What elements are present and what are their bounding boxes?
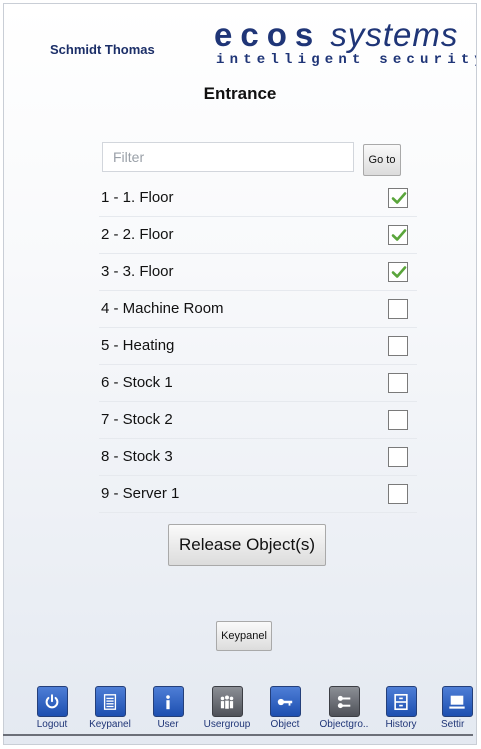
object-checkbox[interactable] [388,188,408,208]
toolbar-keypanel-button[interactable]: Keypanel [80,686,140,730]
object-label: 1 - 1. Floor [101,189,174,206]
object-row[interactable]: 5 - Heating [99,328,417,365]
keypanel-button[interactable]: Keypanel [216,621,272,651]
checkmark-icon [390,189,408,207]
toolbar-label: Objectgro.. [319,719,369,730]
page-title: Entrance [203,84,277,103]
go-to-button[interactable]: Go to [363,144,401,176]
object-checkbox[interactable] [388,336,408,356]
header: Schmidt Thomas ecos systems intelligent … [4,4,476,68]
usergroup-icon [211,686,243,717]
info-icon [152,686,184,717]
release-objects-button[interactable]: Release Object(s) [168,524,326,566]
object-row[interactable]: 4 - Machine Room [99,291,417,328]
object-row[interactable]: 9 - Server 1 [99,476,417,513]
bottom-toolbar: Logout Keypanel User Usergroup Object Objectg… [4,686,476,744]
keypanel-icon [94,686,126,717]
object-row[interactable]: 8 - Stock 3 [99,439,417,476]
keys-icon [328,686,360,717]
toolbar-object-button[interactable]: Object [255,686,315,730]
toolbar-history-button[interactable]: History [371,686,431,730]
logo-systems-text: systems [330,16,459,53]
object-label: 4 - Machine Room [101,300,224,317]
key-icon [269,686,301,717]
object-checkbox[interactable] [388,262,408,282]
toolbar-label: Logout [36,719,68,730]
toolbar-objectgro-button[interactable]: Objectgro.. [314,686,374,730]
object-label: 8 - Stock 3 [101,448,173,465]
toolbar-divider [3,734,473,736]
object-row[interactable]: 2 - 2. Floor [99,217,417,254]
checkmark-icon [390,226,408,244]
app-frame: Schmidt Thomas ecos systems intelligent … [3,3,477,745]
logo-ecos-text: ecos [214,16,322,53]
object-checkbox[interactable] [388,447,408,467]
object-label: 5 - Heating [101,337,175,354]
object-row[interactable]: 7 - Stock 2 [99,402,417,439]
object-checkbox[interactable] [388,410,408,430]
toolbar-label: Usergroup [203,719,251,730]
toolbar-label: History [385,719,417,730]
object-row[interactable]: 1 - 1. Floor [99,180,417,217]
object-checkbox[interactable] [388,299,408,319]
toolbar-logout-button[interactable]: Logout [22,686,82,730]
object-checkbox[interactable] [388,373,408,393]
computer-icon [441,686,473,717]
toolbar-label: Settir [441,719,465,730]
logo-tagline: intelligent security [216,52,477,68]
filter-input[interactable] [102,142,354,172]
object-checkbox[interactable] [388,225,408,245]
object-checkbox[interactable] [388,484,408,504]
toolbar-usergroup-button[interactable]: Usergroup [197,686,257,730]
object-list: 1 - 1. Floor 2 - 2. Floor 3 - 3. Floor 4 - … [99,180,417,513]
toolbar-settir-button[interactable]: Settir [427,686,476,730]
power-icon [36,686,68,717]
object-label: 9 - Server 1 [101,485,180,502]
object-label: 6 - Stock 1 [101,374,173,391]
cabinet-icon [385,686,417,717]
ecos-logo: ecos systems intelligent security [214,18,476,70]
toolbar-label: User [157,719,179,730]
checkmark-icon [390,263,408,281]
object-row[interactable]: 6 - Stock 1 [99,365,417,402]
object-label: 3 - 3. Floor [101,263,174,280]
toolbar-user-button[interactable]: User [138,686,198,730]
object-label: 7 - Stock 2 [101,411,173,428]
user-name: Schmidt Thomas [50,42,155,57]
toolbar-label: Keypanel [89,719,131,730]
object-row[interactable]: 3 - 3. Floor [99,254,417,291]
object-label: 2 - 2. Floor [101,226,174,243]
toolbar-label: Object [270,719,300,730]
